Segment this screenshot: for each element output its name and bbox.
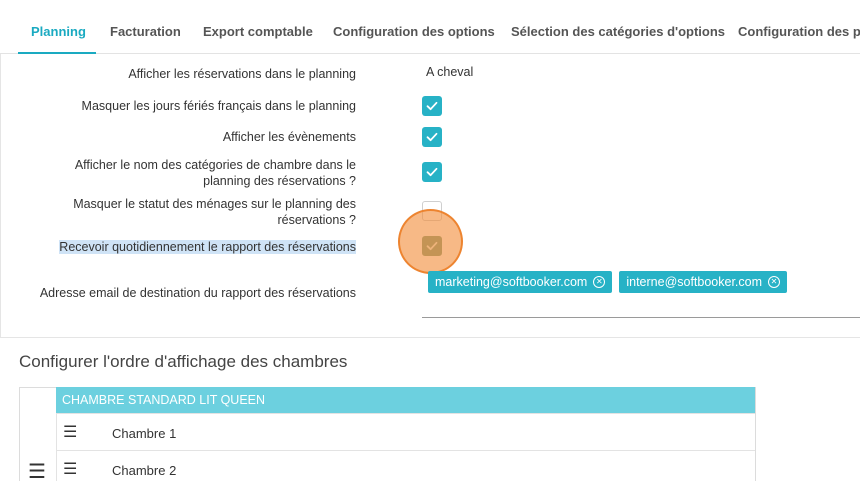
email-chip[interactable]: marketing@softbooker.com ✕	[428, 271, 613, 293]
email-chip-text: marketing@softbooker.com	[435, 275, 588, 289]
report-email-label: Adresse email de destination du rapport …	[39, 286, 356, 300]
room-name: Chambre 1	[112, 426, 177, 441]
email-chip-text: interne@softbooker.com	[626, 275, 763, 289]
show-events-checkbox[interactable]	[422, 127, 442, 147]
display-reservations-value[interactable]: A cheval	[426, 65, 473, 79]
active-tab-indicator	[18, 52, 96, 54]
drag-handle-icon[interactable]: ☰	[63, 462, 77, 478]
check-icon	[426, 167, 438, 177]
circle-x-icon[interactable]: ✕	[593, 276, 606, 288]
settings-tabs: Planning Facturation Export comptable Co…	[0, 0, 860, 54]
show-events-label: Afficher les évènements	[222, 130, 356, 144]
panel-border-bottom	[0, 337, 860, 338]
circle-x-icon[interactable]: ✕	[768, 276, 781, 288]
category-header: CHAMBRE STANDARD LIT QUEEN	[56, 387, 755, 413]
tab-export-comptable[interactable]: Export comptable	[203, 0, 313, 54]
tab-planning[interactable]: Planning	[31, 0, 86, 54]
click-indicator	[398, 209, 463, 274]
hide-holidays-checkbox[interactable]	[422, 96, 442, 116]
email-input-underline	[422, 317, 860, 318]
check-icon	[426, 101, 438, 111]
hide-holidays-label: Masquer les jours fériés français dans l…	[81, 99, 356, 113]
tab-configuration-options[interactable]: Configuration des options	[333, 0, 495, 54]
tab-facturation[interactable]: Facturation	[110, 0, 181, 54]
room-row[interactable]: ☰ Chambre 1	[56, 413, 755, 451]
daily-report-label: Recevoir quotidiennement le rapport des …	[59, 240, 356, 254]
tab-selection-categories-options[interactable]: Sélection des catégories d'options	[511, 0, 725, 54]
room-order-title: Configurer l'ordre d'affichage des chamb…	[19, 352, 348, 371]
report-email-chips: marketing@softbooker.com ✕ interne@softb…	[428, 271, 788, 293]
drag-handle-icon[interactable]: ☰	[63, 425, 77, 441]
panel-border-left	[0, 54, 1, 337]
drag-handle-icon[interactable]: ☰	[28, 462, 46, 481]
tab-configuration-produits[interactable]: Configuration des pr	[738, 0, 860, 54]
room-name: Chambre 2	[112, 463, 177, 478]
check-icon	[426, 132, 438, 142]
room-row[interactable]: ☰ Chambre 2	[56, 451, 755, 481]
display-reservations-label: Afficher les réservations dans le planni…	[128, 67, 356, 81]
hide-housekeeping-label: Masquer le statut des ménages sur le pla…	[73, 197, 356, 227]
show-category-names-checkbox[interactable]	[422, 162, 442, 182]
show-category-names-label: Afficher le nom des catégories de chambr…	[74, 158, 356, 188]
email-chip[interactable]: interne@softbooker.com ✕	[619, 271, 788, 293]
